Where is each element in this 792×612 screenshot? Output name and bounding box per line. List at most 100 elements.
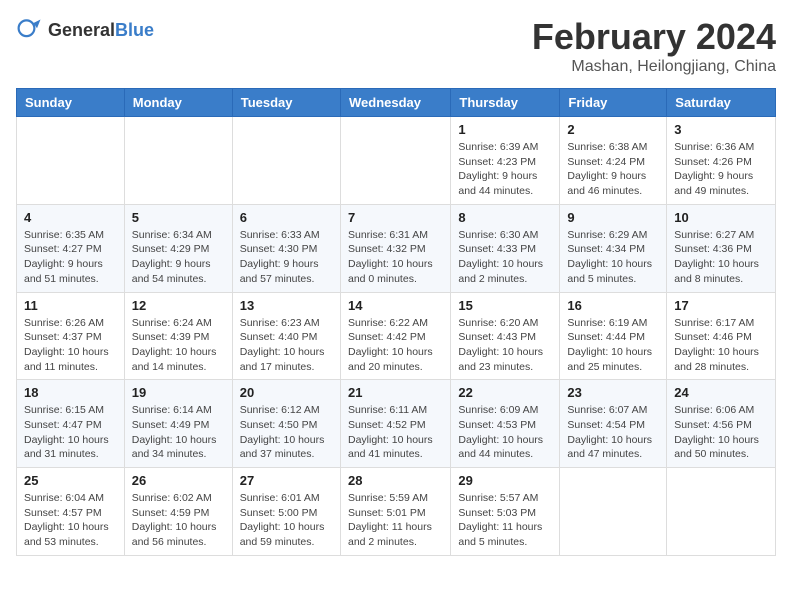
- day-number: 17: [674, 298, 768, 313]
- day-info: Sunrise: 6:38 AM Sunset: 4:24 PM Dayligh…: [567, 140, 659, 199]
- day-number: 20: [240, 385, 333, 400]
- day-number: 8: [458, 210, 552, 225]
- day-info: Sunrise: 6:06 AM Sunset: 4:56 PM Dayligh…: [674, 403, 768, 462]
- calendar-day-cell: 17 Sunrise: 6:17 AM Sunset: 4:46 PM Dayli…: [667, 292, 776, 380]
- title-area: February 2024 Mashan, Heilongjiang, Chin…: [532, 16, 776, 76]
- calendar-day-cell: 22 Sunrise: 6:09 AM Sunset: 4:53 PM Dayli…: [451, 380, 560, 468]
- day-info: Sunrise: 6:07 AM Sunset: 4:54 PM Dayligh…: [567, 403, 659, 462]
- weekday-header-cell: Tuesday: [232, 89, 340, 117]
- calendar-day-cell: 1 Sunrise: 6:39 AM Sunset: 4:23 PM Daylig…: [451, 117, 560, 205]
- day-number: 23: [567, 385, 659, 400]
- weekday-header-cell: Saturday: [667, 89, 776, 117]
- day-info: Sunrise: 6:04 AM Sunset: 4:57 PM Dayligh…: [24, 491, 117, 550]
- calendar-day-cell: 21 Sunrise: 6:11 AM Sunset: 4:52 PM Dayli…: [340, 380, 450, 468]
- day-info: Sunrise: 6:34 AM Sunset: 4:29 PM Dayligh…: [132, 228, 225, 287]
- day-number: 16: [567, 298, 659, 313]
- calendar-day-cell: 18Sunrise: 6:15 AM Sunset: 4:47 PM Dayli…: [17, 380, 125, 468]
- calendar-body: 1 Sunrise: 6:39 AM Sunset: 4:23 PM Daylig…: [17, 117, 776, 556]
- calendar-day-cell: 6 Sunrise: 6:33 AM Sunset: 4:30 PM Daylig…: [232, 204, 340, 292]
- calendar-day-cell: 24Sunrise: 6:06 AM Sunset: 4:56 PM Dayli…: [667, 380, 776, 468]
- day-number: 25: [24, 473, 117, 488]
- calendar-day-cell: [560, 468, 667, 556]
- calendar-week-row: 4Sunrise: 6:35 AM Sunset: 4:27 PM Daylig…: [17, 204, 776, 292]
- weekday-header-row: SundayMondayTuesdayWednesdayThursdayFrid…: [17, 89, 776, 117]
- day-info: Sunrise: 5:59 AM Sunset: 5:01 PM Dayligh…: [348, 491, 443, 550]
- day-info: Sunrise: 6:27 AM Sunset: 4:36 PM Dayligh…: [674, 228, 768, 287]
- weekday-header-cell: Monday: [124, 89, 232, 117]
- day-number: 5: [132, 210, 225, 225]
- day-info: Sunrise: 6:30 AM Sunset: 4:33 PM Dayligh…: [458, 228, 552, 287]
- location-title: Mashan, Heilongjiang, China: [532, 58, 776, 76]
- calendar-day-cell: 9 Sunrise: 6:29 AM Sunset: 4:34 PM Daylig…: [560, 204, 667, 292]
- day-info: Sunrise: 6:09 AM Sunset: 4:53 PM Dayligh…: [458, 403, 552, 462]
- day-info: Sunrise: 6:31 AM Sunset: 4:32 PM Dayligh…: [348, 228, 443, 287]
- day-number: 11: [24, 298, 117, 313]
- day-info: Sunrise: 6:22 AM Sunset: 4:42 PM Dayligh…: [348, 316, 443, 375]
- calendar-day-cell: 23 Sunrise: 6:07 AM Sunset: 4:54 PM Dayli…: [560, 380, 667, 468]
- day-info: Sunrise: 6:36 AM Sunset: 4:26 PM Dayligh…: [674, 140, 768, 199]
- logo-general-text: General: [48, 20, 115, 40]
- calendar-day-cell: [17, 117, 125, 205]
- day-info: Sunrise: 6:12 AM Sunset: 4:50 PM Dayligh…: [240, 403, 333, 462]
- calendar-day-cell: 26Sunrise: 6:02 AM Sunset: 4:59 PM Dayli…: [124, 468, 232, 556]
- day-info: Sunrise: 6:14 AM Sunset: 4:49 PM Dayligh…: [132, 403, 225, 462]
- calendar-day-cell: 14Sunrise: 6:22 AM Sunset: 4:42 PM Dayli…: [340, 292, 450, 380]
- day-info: Sunrise: 6:20 AM Sunset: 4:43 PM Dayligh…: [458, 316, 552, 375]
- day-info: Sunrise: 6:01 AM Sunset: 5:00 PM Dayligh…: [240, 491, 333, 550]
- calendar-week-row: 1 Sunrise: 6:39 AM Sunset: 4:23 PM Daylig…: [17, 117, 776, 205]
- calendar-day-cell: 12 Sunrise: 6:24 AM Sunset: 4:39 PM Dayli…: [124, 292, 232, 380]
- calendar-day-cell: 10 Sunrise: 6:27 AM Sunset: 4:36 PM Dayli…: [667, 204, 776, 292]
- weekday-header-cell: Friday: [560, 89, 667, 117]
- day-info: Sunrise: 6:26 AM Sunset: 4:37 PM Dayligh…: [24, 316, 117, 375]
- calendar-day-cell: 8 Sunrise: 6:30 AM Sunset: 4:33 PM Daylig…: [451, 204, 560, 292]
- day-number: 18: [24, 385, 117, 400]
- calendar-day-cell: 29Sunrise: 5:57 AM Sunset: 5:03 PM Dayli…: [451, 468, 560, 556]
- calendar-day-cell: 15 Sunrise: 6:20 AM Sunset: 4:43 PM Dayli…: [451, 292, 560, 380]
- day-number: 9: [567, 210, 659, 225]
- day-number: 15: [458, 298, 552, 313]
- day-info: Sunrise: 6:33 AM Sunset: 4:30 PM Dayligh…: [240, 228, 333, 287]
- calendar-day-cell: 13 Sunrise: 6:23 AM Sunset: 4:40 PM Dayli…: [232, 292, 340, 380]
- day-info: Sunrise: 6:11 AM Sunset: 4:52 PM Dayligh…: [348, 403, 443, 462]
- logo-blue-text: Blue: [115, 20, 154, 40]
- day-number: 19: [132, 385, 225, 400]
- day-number: 12: [132, 298, 225, 313]
- day-number: 27: [240, 473, 333, 488]
- day-info: Sunrise: 5:57 AM Sunset: 5:03 PM Dayligh…: [458, 491, 552, 550]
- calendar-week-row: 11 Sunrise: 6:26 AM Sunset: 4:37 PM Dayli…: [17, 292, 776, 380]
- day-info: Sunrise: 6:35 AM Sunset: 4:27 PM Dayligh…: [24, 228, 117, 287]
- weekday-header-cell: Sunday: [17, 89, 125, 117]
- weekday-header-cell: Wednesday: [340, 89, 450, 117]
- day-number: 13: [240, 298, 333, 313]
- logo-icon: [16, 16, 44, 44]
- calendar-day-cell: 7Sunrise: 6:31 AM Sunset: 4:32 PM Daylig…: [340, 204, 450, 292]
- day-info: Sunrise: 6:24 AM Sunset: 4:39 PM Dayligh…: [132, 316, 225, 375]
- calendar-day-cell: 16 Sunrise: 6:19 AM Sunset: 4:44 PM Dayli…: [560, 292, 667, 380]
- day-number: 21: [348, 385, 443, 400]
- day-number: 2: [567, 122, 659, 137]
- day-number: 6: [240, 210, 333, 225]
- calendar-week-row: 25 Sunrise: 6:04 AM Sunset: 4:57 PM Dayli…: [17, 468, 776, 556]
- calendar-week-row: 18Sunrise: 6:15 AM Sunset: 4:47 PM Dayli…: [17, 380, 776, 468]
- calendar-day-cell: [340, 117, 450, 205]
- day-info: Sunrise: 6:29 AM Sunset: 4:34 PM Dayligh…: [567, 228, 659, 287]
- day-number: 10: [674, 210, 768, 225]
- day-number: 1: [458, 122, 552, 137]
- day-info: Sunrise: 6:19 AM Sunset: 4:44 PM Dayligh…: [567, 316, 659, 375]
- day-number: 28: [348, 473, 443, 488]
- day-info: Sunrise: 6:02 AM Sunset: 4:59 PM Dayligh…: [132, 491, 225, 550]
- calendar-day-cell: 19 Sunrise: 6:14 AM Sunset: 4:49 PM Dayli…: [124, 380, 232, 468]
- calendar-day-cell: [124, 117, 232, 205]
- calendar-day-cell: 25 Sunrise: 6:04 AM Sunset: 4:57 PM Dayli…: [17, 468, 125, 556]
- day-number: 3: [674, 122, 768, 137]
- calendar-day-cell: 28 Sunrise: 5:59 AM Sunset: 5:01 PM Dayli…: [340, 468, 450, 556]
- day-info: Sunrise: 6:17 AM Sunset: 4:46 PM Dayligh…: [674, 316, 768, 375]
- day-info: Sunrise: 6:39 AM Sunset: 4:23 PM Dayligh…: [458, 140, 552, 199]
- day-number: 22: [458, 385, 552, 400]
- calendar-day-cell: [667, 468, 776, 556]
- calendar-day-cell: 11 Sunrise: 6:26 AM Sunset: 4:37 PM Dayli…: [17, 292, 125, 380]
- day-info: Sunrise: 6:23 AM Sunset: 4:40 PM Dayligh…: [240, 316, 333, 375]
- month-title: February 2024: [532, 16, 776, 58]
- weekday-header-cell: Thursday: [451, 89, 560, 117]
- logo: GeneralBlue: [16, 16, 154, 44]
